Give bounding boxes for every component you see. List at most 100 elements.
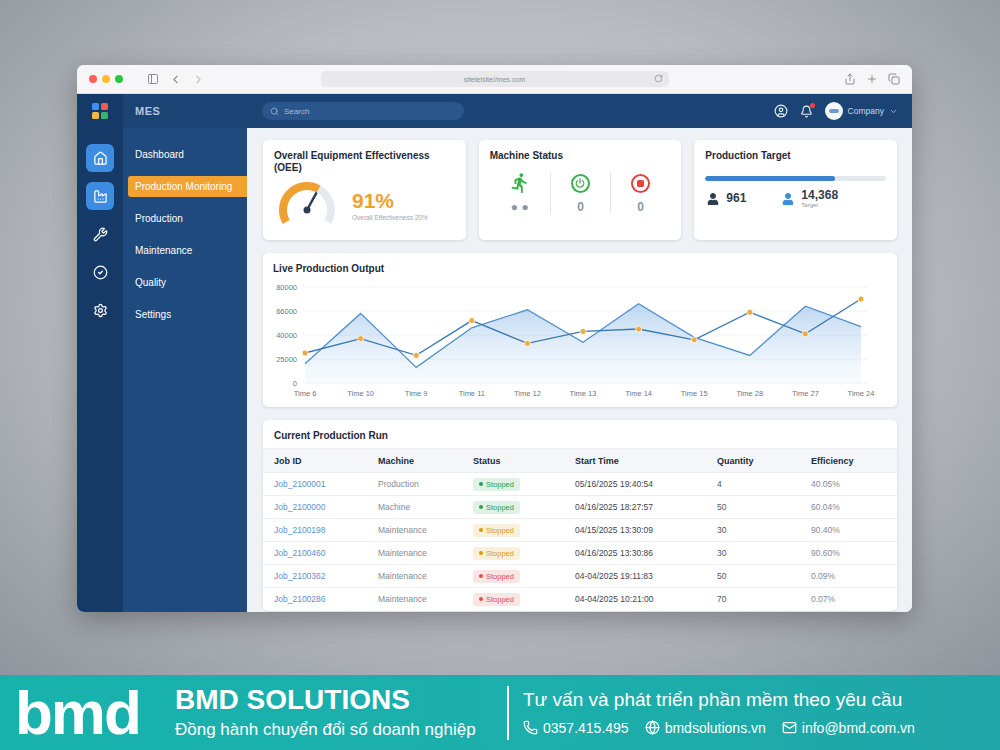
app-logo-icon[interactable]: [92, 103, 108, 119]
window-controls: [89, 75, 123, 83]
contact-item[interactable]: info@bmd.com.vn: [782, 720, 915, 736]
gauge-fill: [283, 186, 319, 222]
gauge-track: [283, 186, 331, 222]
x-label: Time 14: [625, 389, 652, 398]
start-time: 05/16/2025 19:40:54: [575, 479, 717, 489]
data-point[interactable]: [691, 337, 697, 343]
user-icon[interactable]: [774, 104, 788, 118]
status-cell: Stopped: [473, 593, 575, 606]
data-point[interactable]: [747, 309, 753, 315]
minimize-button[interactable]: [102, 75, 110, 83]
contact-item[interactable]: bmdsolutions.vn: [645, 720, 766, 736]
series-area: [305, 304, 861, 383]
account-menu[interactable]: Company: [825, 102, 898, 120]
column-header[interactable]: Job ID: [274, 456, 378, 466]
data-point[interactable]: [858, 296, 864, 302]
column-header[interactable]: Quantity: [717, 456, 811, 466]
new-tab-icon[interactable]: [866, 73, 878, 85]
rail-item[interactable]: [86, 182, 114, 210]
oee-value: 91%: [352, 190, 428, 211]
oee-gauge: [274, 180, 340, 230]
oee-caption: Overall Effectiveness 20%: [352, 214, 428, 221]
data-point[interactable]: [580, 328, 586, 334]
job-id[interactable]: Job_2100286: [274, 594, 378, 604]
sidebar-item[interactable]: Maintenance: [123, 240, 247, 261]
stat-value: 961: [726, 192, 746, 205]
rail-icon: [93, 189, 108, 204]
search-field[interactable]: Search: [262, 102, 464, 120]
efficiency: 0.09%: [811, 571, 897, 581]
svg-text:25000: 25000: [276, 355, 297, 364]
table-row[interactable]: Job_2100286MaintenanceStopped04-04/2025 …: [263, 587, 897, 610]
quantity: 50: [717, 502, 811, 512]
job-id[interactable]: Job_2100000: [274, 502, 378, 512]
app-name: MES: [123, 94, 247, 128]
data-point[interactable]: [802, 331, 808, 337]
maximize-button[interactable]: [115, 75, 123, 83]
column-header[interactable]: Status: [473, 456, 575, 466]
tagline: Đồng hành chuyển đổi số doanh nghiệp: [175, 720, 497, 740]
column-header[interactable]: Start Time: [575, 456, 717, 466]
column-header[interactable]: Machine: [378, 456, 473, 466]
efficiency: 90.60%: [811, 548, 897, 558]
table-row[interactable]: Job_2100000MachineStopped04/16/2025 18:2…: [263, 495, 897, 518]
reload-icon[interactable]: [654, 74, 663, 83]
gauge-hub: [304, 207, 311, 214]
sidebar-item[interactable]: Production: [123, 208, 247, 229]
status-count: 0: [637, 200, 644, 214]
quantity: 30: [717, 525, 811, 535]
close-button[interactable]: [89, 75, 97, 83]
svg-text:0: 0: [293, 379, 297, 388]
status-tag: Stopped: [473, 501, 520, 514]
column-header[interactable]: Efficiency: [811, 456, 897, 466]
x-label: Time 12: [514, 389, 541, 398]
table-row[interactable]: Job_2100362MaintenanceStopped04-04/2025 …: [263, 564, 897, 587]
start-time: 04/16/2025 13:30:86: [575, 548, 717, 558]
back-icon[interactable]: [169, 73, 182, 86]
data-point[interactable]: [302, 350, 308, 356]
rail-item[interactable]: [86, 296, 114, 324]
sidebar-item[interactable]: Production Monitoring: [128, 176, 247, 197]
share-icon[interactable]: [844, 73, 856, 85]
office-background: sitetelsite//mes.com MES Search Company Dash…: [0, 0, 1000, 675]
status-tag: Stopped: [473, 547, 520, 560]
card-title: Current Production Run: [263, 420, 897, 448]
rail-item[interactable]: [86, 220, 114, 248]
table-row[interactable]: Job_2100198MaintenanceStopped04/15/2025 …: [263, 518, 897, 541]
data-point[interactable]: [413, 352, 419, 358]
data-point[interactable]: [524, 340, 530, 346]
rail-item[interactable]: [86, 258, 114, 286]
sidebar-item[interactable]: Quality: [123, 272, 247, 293]
contact-item[interactable]: 0357.415.495: [523, 720, 629, 736]
sidebar-item[interactable]: Dashboard: [123, 144, 247, 165]
status-tag: Stopped: [473, 524, 520, 537]
x-label: Time 15: [681, 389, 708, 398]
company-name: BMD SOLUTIONS: [175, 685, 497, 716]
tabs-icon[interactable]: [888, 73, 900, 85]
rail-item[interactable]: [86, 144, 114, 172]
table-row[interactable]: Job_2100001ProductionStopped05/16/2025 1…: [263, 472, 897, 495]
bmd-logo: bmd: [15, 682, 165, 744]
job-id[interactable]: Job_2100460: [274, 548, 378, 558]
notifications-button[interactable]: [800, 105, 813, 118]
forward-icon[interactable]: [192, 73, 205, 86]
target-stat: 14,368Target: [782, 189, 838, 208]
sidebar-item[interactable]: Settings: [123, 304, 247, 325]
series-line: [305, 299, 861, 355]
machine-status-item: 0: [610, 172, 670, 214]
browser-toolbar: sitetelsite//mes.com: [77, 65, 912, 94]
address-bar[interactable]: sitetelsite//mes.com: [321, 71, 669, 87]
data-point[interactable]: [358, 336, 364, 342]
table-row[interactable]: Job_2100460MaintenanceStopped04/16/2025 …: [263, 541, 897, 564]
job-id[interactable]: Job_2100001: [274, 479, 378, 489]
job-id[interactable]: Job_2100362: [274, 571, 378, 581]
job-id[interactable]: Job_2100198: [274, 525, 378, 535]
card-title: Production Target: [705, 150, 886, 162]
stat-caption: Target: [801, 202, 838, 208]
data-point[interactable]: [636, 326, 642, 332]
icon-rail: [77, 128, 123, 612]
data-point[interactable]: [469, 318, 475, 324]
dotted-series: [302, 296, 864, 358]
status-tag: Stopped: [473, 570, 520, 583]
sidebar-toggle-icon[interactable]: [147, 73, 159, 85]
